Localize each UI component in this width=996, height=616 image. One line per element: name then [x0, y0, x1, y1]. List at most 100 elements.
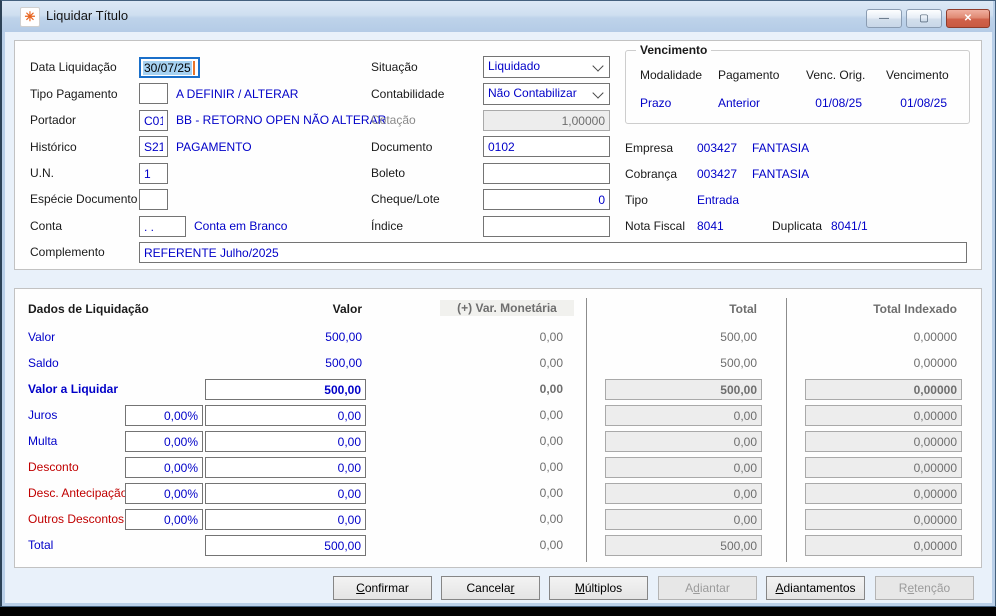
- var-monetaria-column-header: (+) Var. Monetária: [440, 300, 574, 316]
- outros-descontos-valor-input[interactable]: [205, 509, 366, 530]
- button-mnemonic: C: [356, 581, 365, 595]
- desc-antecipacao-valor-input[interactable]: [205, 483, 366, 504]
- window-title: Liquidar Título: [46, 8, 129, 23]
- valor-a-liquidar-input[interactable]: [205, 379, 366, 400]
- retencao-button: Retenção: [875, 576, 974, 600]
- row-juros-var: 0,00: [539, 408, 563, 422]
- tipo-label: Tipo: [625, 193, 648, 207]
- data-liquidacao-label: Data Liquidação: [30, 60, 117, 74]
- data-liquidacao-input[interactable]: 30/07/25: [139, 57, 200, 78]
- contabilidade-value: Não Contabilizar: [488, 86, 577, 100]
- juros-pct-input[interactable]: [125, 405, 203, 426]
- row-valor-label: Valor: [28, 330, 56, 344]
- documento-label: Documento: [371, 140, 433, 154]
- close-icon: ✕: [963, 13, 973, 24]
- cancelar-button[interactable]: Cancelar: [441, 576, 540, 600]
- cheque-lote-input[interactable]: [483, 189, 610, 210]
- nota-fiscal-value: 8041: [697, 219, 724, 233]
- venc-orig-header: Venc. Orig.: [806, 68, 866, 82]
- desc-antecipacao-total: [605, 483, 762, 504]
- desc-antecipacao-pct-input[interactable]: [125, 483, 203, 504]
- tipo-pagamento-input[interactable]: [139, 83, 168, 104]
- adiantamentos-button[interactable]: Adiantamentos: [766, 576, 865, 600]
- text-caret: [192, 60, 195, 75]
- conta-desc: Conta em Branco: [194, 219, 288, 233]
- boleto-input[interactable]: [483, 163, 610, 184]
- total-valor-input[interactable]: [205, 535, 366, 556]
- row-valor-a-liquidar-var: 0,00: [539, 382, 563, 396]
- column-separator: [786, 298, 787, 562]
- situacao-value: Liquidado: [488, 59, 541, 73]
- title-bar: [2, 1, 993, 32]
- duplicata-label: Duplicata: [772, 219, 823, 233]
- empresa-name: FANTASIA: [752, 141, 810, 155]
- pagamento-value: Anterior: [718, 96, 761, 110]
- desconto-valor-input[interactable]: [205, 457, 366, 478]
- maximize-button[interactable]: ▢: [906, 9, 942, 28]
- row-valor-var: 0,00: [539, 330, 563, 344]
- juros-total: [605, 405, 762, 426]
- contabilidade-label: Contabilidade: [371, 87, 445, 101]
- cobranca-name: FANTASIA: [752, 167, 810, 181]
- un-label: U.N.: [30, 166, 54, 180]
- button-label: tenção: [914, 581, 951, 595]
- multiplos-button[interactable]: Múltiplos: [549, 576, 648, 600]
- row-saldo-total: 500,00: [720, 356, 757, 370]
- modalidade-header: Modalidade: [640, 68, 703, 82]
- juros-valor-input[interactable]: [205, 405, 366, 426]
- row-total-label: Total: [28, 538, 54, 552]
- multa-pct-input[interactable]: [125, 431, 203, 452]
- historico-input[interactable]: [139, 136, 168, 157]
- complemento-input[interactable]: [139, 242, 967, 263]
- duplicata-value: 8041/1: [831, 219, 868, 233]
- tipo-pagamento-label: Tipo Pagamento: [30, 87, 118, 101]
- minimize-button[interactable]: —: [866, 9, 902, 28]
- contabilidade-select[interactable]: Não Contabilizar: [483, 83, 610, 105]
- row-outros-descontos-label: Outros Descontos: [28, 512, 125, 526]
- button-mnemonic: M: [574, 581, 585, 595]
- indice-input[interactable]: [483, 216, 610, 237]
- outros-descontos-pct-input[interactable]: [125, 509, 203, 530]
- valor-column-header: Valor: [332, 302, 362, 316]
- button-mnemonic: r: [510, 581, 515, 595]
- row-saldo-valor: 500,00: [325, 356, 362, 370]
- row-desconto-var: 0,00: [539, 460, 563, 474]
- row-multa-label: Multa: [28, 434, 58, 448]
- empresa-code: 003427: [697, 141, 738, 155]
- multa-valor-input[interactable]: [205, 431, 366, 452]
- cotacao-label: Cotação: [371, 113, 416, 127]
- un-input[interactable]: [139, 163, 168, 184]
- row-valor-indexado: 0,00000: [913, 330, 957, 344]
- tipo-value: Entrada: [697, 193, 740, 207]
- close-button[interactable]: ✕: [946, 9, 990, 28]
- valor-a-liquidar-indexado: [805, 379, 962, 400]
- confirmar-button[interactable]: Confirmar: [333, 576, 432, 600]
- total-column-header: Total: [729, 302, 757, 316]
- especie-documento-label: Espécie Documento: [30, 192, 138, 206]
- vencimento-title: Vencimento: [636, 43, 712, 57]
- button-mnemonic: d: [693, 581, 700, 595]
- row-total-var: 0,00: [539, 538, 563, 552]
- multa-indexado: [805, 431, 962, 452]
- valor-a-liquidar-total: [605, 379, 762, 400]
- screen: ✳ Liquidar Título — ▢ ✕ Data Liquidação …: [0, 0, 996, 616]
- outros-descontos-total: [605, 509, 762, 530]
- row-saldo-label: Saldo: [28, 356, 59, 370]
- nota-fiscal-label: Nota Fiscal: [625, 219, 686, 233]
- adiantar-button: Adiantar: [658, 576, 757, 600]
- row-valor-valor: 500,00: [325, 330, 362, 344]
- total-indexado-column-header: Total Indexado: [873, 302, 957, 316]
- documento-input[interactable]: [483, 136, 610, 157]
- desc-antecipacao-indexado: [805, 483, 962, 504]
- desconto-pct-input[interactable]: [125, 457, 203, 478]
- portador-desc: BB - RETORNO OPEN NÃO ALTERAR: [176, 113, 387, 127]
- pagamento-header: Pagamento: [718, 68, 780, 82]
- row-saldo-var: 0,00: [539, 356, 563, 370]
- especie-documento-input[interactable]: [139, 189, 168, 210]
- app-icon: ✳: [20, 7, 40, 27]
- portador-input[interactable]: [139, 110, 168, 131]
- data-liquidacao-value: 30/07/25: [143, 60, 192, 75]
- situacao-select[interactable]: Liquidado: [483, 56, 610, 78]
- conta-input[interactable]: [139, 216, 186, 237]
- row-desc-antecipacao-var: 0,00: [539, 486, 563, 500]
